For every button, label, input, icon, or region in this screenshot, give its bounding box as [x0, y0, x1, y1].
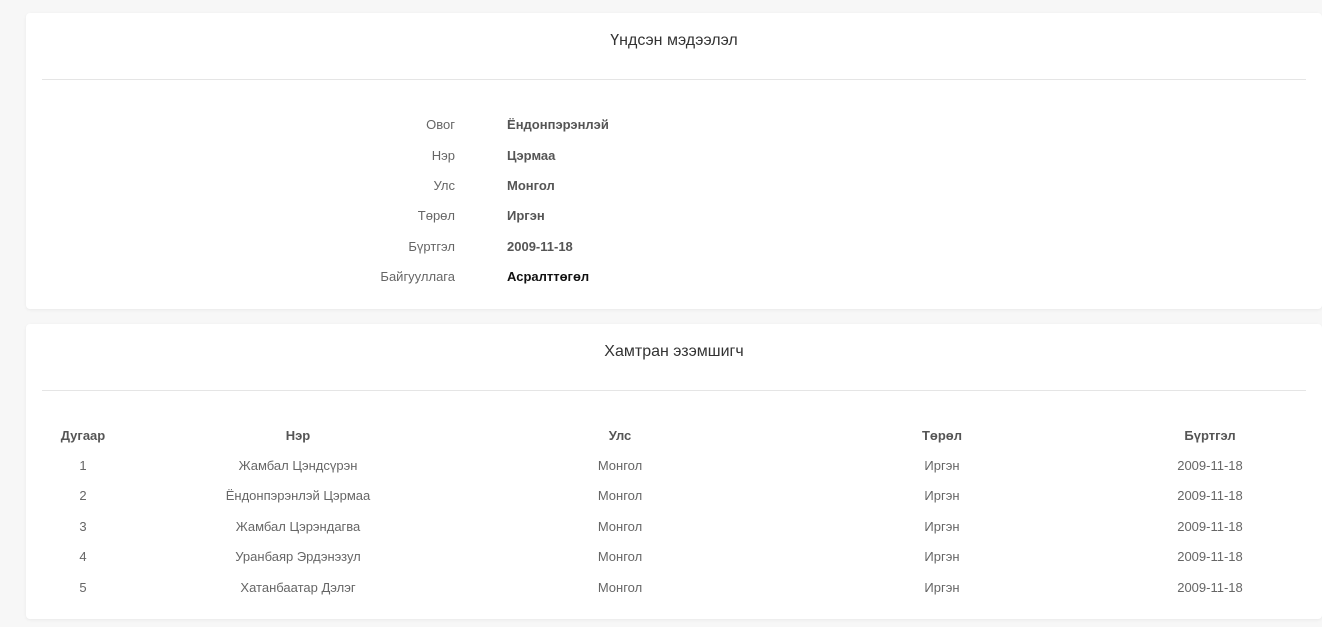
- info-value: Цэрмаа: [507, 148, 556, 163]
- cell-name: Жамбал Цэрэндагва: [235, 519, 361, 534]
- cell-country: Монгол: [597, 488, 643, 503]
- header-name: Нэр: [285, 428, 311, 443]
- cell-name: Жамбал Цэндсүрэн: [238, 458, 358, 473]
- cell-country: Монгол: [597, 458, 643, 473]
- info-label: Байгууллага: [380, 269, 455, 284]
- info-value: Ёндонпэрэнлэй: [507, 117, 609, 132]
- cell-registration: 2009-11-18: [1177, 580, 1243, 595]
- header-country: Улс: [608, 428, 632, 443]
- cell-name: Хатанбаатар Дэлэг: [240, 580, 356, 595]
- co-owner-title: Хамтран эзэмшигч: [604, 343, 744, 360]
- cell-registration: 2009-11-18: [1177, 458, 1243, 473]
- info-value: Асралттөгөл: [507, 269, 590, 284]
- basic-info-title: Үндсэн мэдээлэл: [610, 32, 738, 49]
- cell-number: 1: [79, 458, 87, 473]
- cell-type: Иргэн: [924, 549, 960, 564]
- basic-info-card: Үндсэн мэдээлэл Овог Ёндонпэрэнлэй Нэр Ц…: [26, 13, 1322, 309]
- cell-name: Ёндонпэрэнлэй Цэрмаа: [225, 488, 371, 503]
- cell-registration: 2009-11-18: [1177, 549, 1243, 564]
- cell-country: Монгол: [597, 580, 643, 595]
- cell-type: Иргэн: [924, 580, 960, 595]
- divider: [42, 79, 1306, 80]
- cell-type: Иргэн: [924, 519, 960, 534]
- info-row-type: Төрөл Иргэн: [26, 206, 1322, 226]
- info-value: 2009-11-18: [507, 239, 573, 254]
- info-label: Бүртгэл: [408, 239, 455, 254]
- info-row-surname: Овог Ёндонпэрэнлэй: [26, 115, 1322, 135]
- cell-registration: 2009-11-18: [1177, 488, 1243, 503]
- info-row-country: Улс Монгол: [26, 176, 1322, 196]
- table-row: 3 Жамбал Цэрэндагва Монгол Иргэн 2009-11…: [26, 517, 1322, 537]
- info-label: Улс: [433, 178, 455, 193]
- cell-type: Иргэн: [924, 458, 960, 473]
- info-label: Нэр: [431, 148, 455, 163]
- cell-number: 3: [79, 519, 87, 534]
- info-value: Иргэн: [507, 208, 545, 223]
- cell-type: Иргэн: [924, 488, 960, 503]
- header-registration: Бүртгэл: [1184, 428, 1236, 443]
- info-value: Монгол: [507, 178, 555, 193]
- table-row: 2 Ёндонпэрэнлэй Цэрмаа Монгол Иргэн 2009…: [26, 486, 1322, 506]
- table-header-row: Дугаар Нэр Улс Төрөл Бүртгэл: [26, 426, 1322, 446]
- info-row-registration: Бүртгэл 2009-11-18: [26, 237, 1322, 257]
- table-row: 5 Хатанбаатар Дэлэг Монгол Иргэн 2009-11…: [26, 578, 1322, 598]
- cell-country: Монгол: [597, 519, 643, 534]
- info-row-organization: Байгууллага Асралттөгөл: [26, 267, 1322, 287]
- info-label: Төрөл: [417, 208, 455, 223]
- header-type: Төрөл: [921, 428, 963, 443]
- info-row-name: Нэр Цэрмаа: [26, 146, 1322, 166]
- table-row: 1 Жамбал Цэндсүрэн Монгол Иргэн 2009-11-…: [26, 456, 1322, 476]
- cell-name: Уранбаяр Эрдэнэзул: [235, 549, 361, 564]
- cell-number: 5: [79, 580, 87, 595]
- cell-registration: 2009-11-18: [1177, 519, 1243, 534]
- divider: [42, 390, 1306, 391]
- cell-country: Монгол: [597, 549, 643, 564]
- info-label: Овог: [426, 117, 455, 132]
- cell-number: 2: [79, 488, 87, 503]
- cell-number: 4: [79, 549, 87, 564]
- table-row: 4 Уранбаяр Эрдэнэзул Монгол Иргэн 2009-1…: [26, 547, 1322, 567]
- header-number: Дугаар: [60, 428, 106, 443]
- co-owner-card: Хамтран эзэмшигч Дугаар Нэр Улс Төрөл Бү…: [26, 324, 1322, 619]
